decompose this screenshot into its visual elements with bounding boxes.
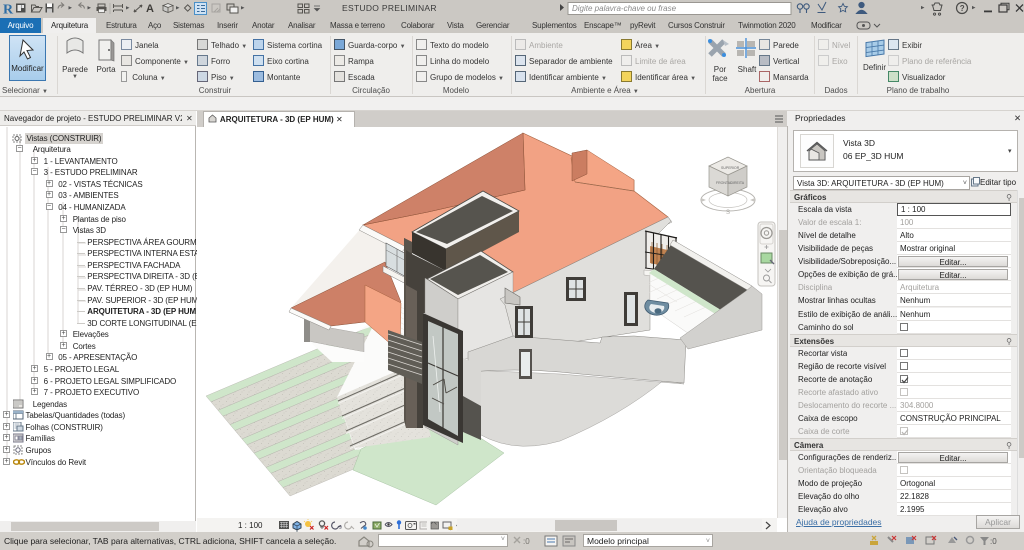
svg-text:SUPERIOR: SUPERIOR <box>721 166 740 170</box>
svg-text:?: ? <box>960 4 965 13</box>
svg-text:A: A <box>146 3 154 15</box>
svg-text:Digite palavra-chave ou frase: Digite palavra-chave ou frase <box>572 4 677 13</box>
svg-text:ESTUDO PRELIMINAR: ESTUDO PRELIMINAR <box>342 3 437 13</box>
svg-text:9: 9 <box>339 525 342 531</box>
svg-text:S: S <box>726 210 730 216</box>
svg-text::0: :0 <box>990 537 997 546</box>
svg-text::0: :0 <box>523 537 530 546</box>
svg-text:DIREITA: DIREITA <box>731 181 745 185</box>
svg-text:R: R <box>3 3 14 18</box>
